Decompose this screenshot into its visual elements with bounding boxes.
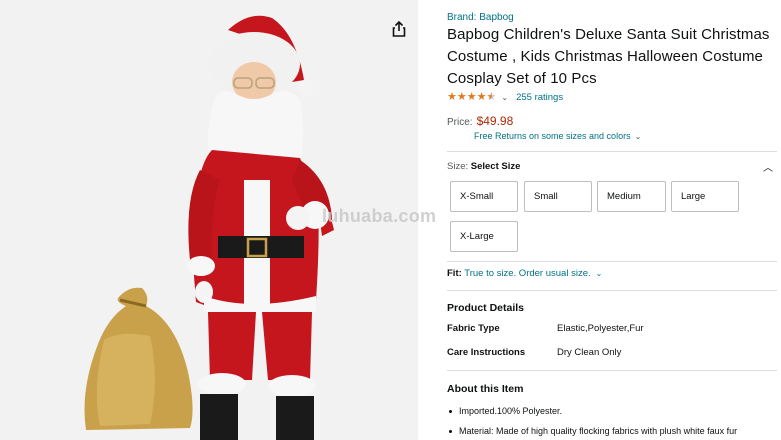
star-icon: ★ [456,91,467,103]
about-bullet: Material: Made of high quality flocking … [447,426,737,436]
fit-value: True to size. Order usual size. [464,268,591,279]
price-label: Price: [447,117,473,128]
price-row: Price: $49.98 [447,114,513,128]
size-selected-value: Select Size [470,161,521,172]
star-icon: ★ [476,91,487,103]
fit-row[interactable]: Fit: True to size. Order usual size. ⌄ [447,268,610,279]
share-icon [392,21,406,37]
free-returns-text: Free Returns on some sizes and colors [474,131,631,141]
product-details-panel: Brand: Bapbog Bapbog Children's Deluxe S… [447,0,781,440]
size-option-large[interactable]: Large [671,181,739,212]
half-star-icon: ★ [486,91,497,103]
bullet-dot [449,429,452,433]
share-button[interactable] [388,18,410,40]
divider [447,290,777,291]
free-returns-link[interactable]: Free Returns on some sizes and colors ⌄ [474,131,649,141]
size-option-small[interactable]: Small [524,181,592,212]
rating-row[interactable]: ★ ★ ★ ★ ★ ⌄ 255 ratings [447,90,563,104]
divider [447,261,777,262]
star-rating[interactable]: ★ ★ ★ ★ ★ [447,91,496,103]
brand-link[interactable]: Brand: Bapbog [447,12,514,23]
bullet-dot [449,409,452,413]
watermark: luhuaba.com [322,206,437,226]
fabric-type-value: Elastic,Polyester,Fur [557,323,644,334]
about-bullet: Imported.100% Polyester. [447,406,562,416]
fit-label: Fit: [447,268,462,279]
fabric-type-label: Fabric Type [447,323,500,334]
care-instructions-value: Dry Clean Only [557,347,622,358]
divider [447,370,777,371]
chevron-up-icon[interactable]: ︿ [763,159,773,174]
star-icon: ★ [466,91,477,103]
care-instructions-label: Care Instructions [447,347,526,358]
gift-bag-illustration [84,287,193,430]
size-header: Size: Select Size [447,161,520,172]
about-item-title: About this Item [447,383,524,395]
star-icon: ★ [447,91,457,103]
product-details-title: Product Details [447,302,525,314]
size-label: Size: [447,161,469,172]
price-value: $49.98 [476,114,514,128]
size-option-medium[interactable]: Medium [597,181,666,212]
size-option-x-large[interactable]: X-Large [450,221,518,252]
santa-costume-illustration [187,15,334,440]
about-bullet-text: Imported.100% Polyester. [459,406,563,416]
about-bullet-text: Material: Made of high quality flocking … [459,426,738,436]
chevron-down-icon[interactable]: ⌄ [501,93,508,102]
chevron-down-icon: ⌄ [595,269,603,278]
divider [447,151,777,152]
product-title: Bapbog Children's Deluxe Santa Suit Chri… [447,26,770,87]
ratings-count-link[interactable]: 255 ratings [516,92,563,103]
chevron-down-icon: ⌄ [634,132,642,141]
size-option-x-small[interactable]: X-Small [450,181,518,212]
